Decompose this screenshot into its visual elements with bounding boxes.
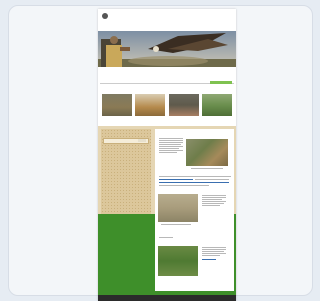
- thumbnail-card[interactable]: [102, 94, 132, 117]
- text-line: [159, 138, 183, 139]
- text-line: [159, 152, 177, 153]
- content-section: [98, 126, 236, 301]
- text-line: [202, 201, 226, 202]
- thumbnail-image[interactable]: [201, 94, 232, 116]
- thumbnail-image[interactable]: [135, 94, 166, 116]
- text-link[interactable]: [159, 182, 229, 183]
- text-line: [159, 150, 183, 151]
- image-caption: [161, 224, 191, 225]
- text-line: [202, 255, 220, 256]
- thumbnail-card[interactable]: [168, 94, 199, 117]
- article-image[interactable]: [186, 139, 228, 166]
- text-link[interactable]: [202, 259, 216, 260]
- article-panel: [155, 129, 234, 291]
- text-line: [195, 179, 229, 180]
- site-header: [98, 9, 236, 31]
- article-image[interactable]: [158, 194, 198, 222]
- thumbnail-image[interactable]: [102, 94, 132, 116]
- search-button[interactable]: [210, 81, 232, 84]
- text-line: [202, 199, 222, 200]
- text-line: [159, 176, 231, 177]
- thumbnail-card[interactable]: [135, 94, 166, 117]
- text-line: [202, 203, 224, 204]
- website-screenshot: [98, 9, 236, 301]
- text-line: [159, 142, 183, 143]
- text-link[interactable]: [159, 179, 193, 180]
- logo-icon[interactable]: [102, 13, 108, 19]
- text-line: [202, 247, 226, 248]
- image-caption: [191, 168, 223, 169]
- text-line: [202, 195, 226, 196]
- text-line: [159, 146, 183, 147]
- text-line: [159, 140, 183, 141]
- hero-banner-image: [98, 31, 236, 67]
- text-line: [159, 144, 181, 145]
- text-line: [202, 251, 224, 252]
- text-line: [159, 237, 173, 238]
- text-line: [202, 249, 226, 250]
- site-footer: [98, 295, 236, 301]
- article-image[interactable]: [158, 246, 198, 276]
- text-line: [159, 185, 209, 186]
- text-line: [202, 205, 220, 206]
- text-line: [159, 148, 179, 149]
- sidebar-search-button[interactable]: [138, 138, 146, 142]
- featured-thumbnails: [102, 94, 232, 117]
- thumbnail-card[interactable]: [201, 94, 232, 117]
- thumbnail-image[interactable]: [168, 94, 199, 116]
- text-line: [202, 253, 226, 254]
- text-line: [202, 197, 226, 198]
